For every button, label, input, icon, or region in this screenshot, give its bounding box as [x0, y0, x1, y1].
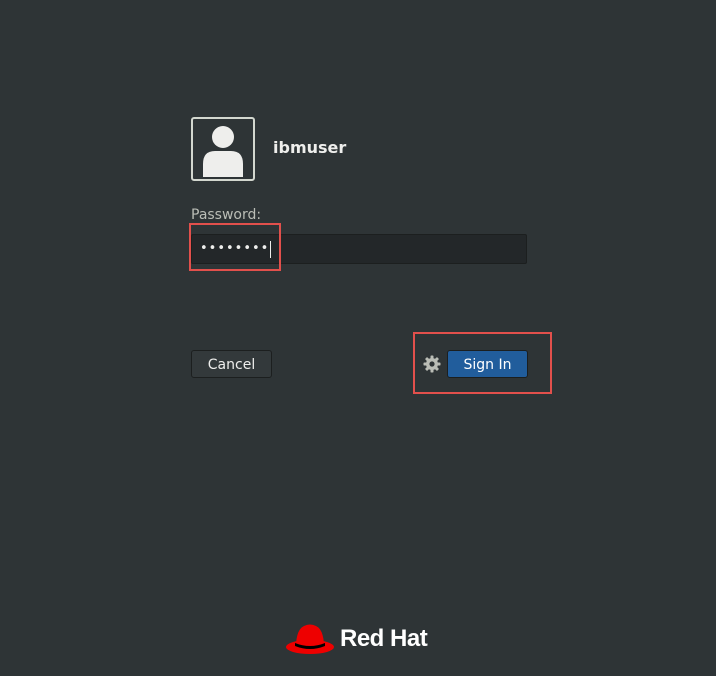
- password-label: Password:: [191, 207, 262, 223]
- redhat-logo-text: Red Hat: [340, 625, 428, 652]
- password-input[interactable]: ••••••••: [191, 234, 527, 264]
- sign-in-button[interactable]: Sign In: [447, 350, 528, 378]
- redhat-logo: Red Hat: [284, 619, 428, 659]
- username-label: ibmuser: [273, 138, 347, 157]
- password-masked-value: ••••••••: [200, 241, 270, 256]
- redhat-hat-icon: [286, 624, 334, 654]
- text-cursor: [270, 240, 272, 258]
- user-avatar-icon: [191, 117, 255, 181]
- login-screen: ibmuser Password: •••••••• Cancel Sign I…: [0, 0, 716, 676]
- cancel-button[interactable]: Cancel: [191, 350, 272, 378]
- gear-icon[interactable]: [423, 355, 441, 373]
